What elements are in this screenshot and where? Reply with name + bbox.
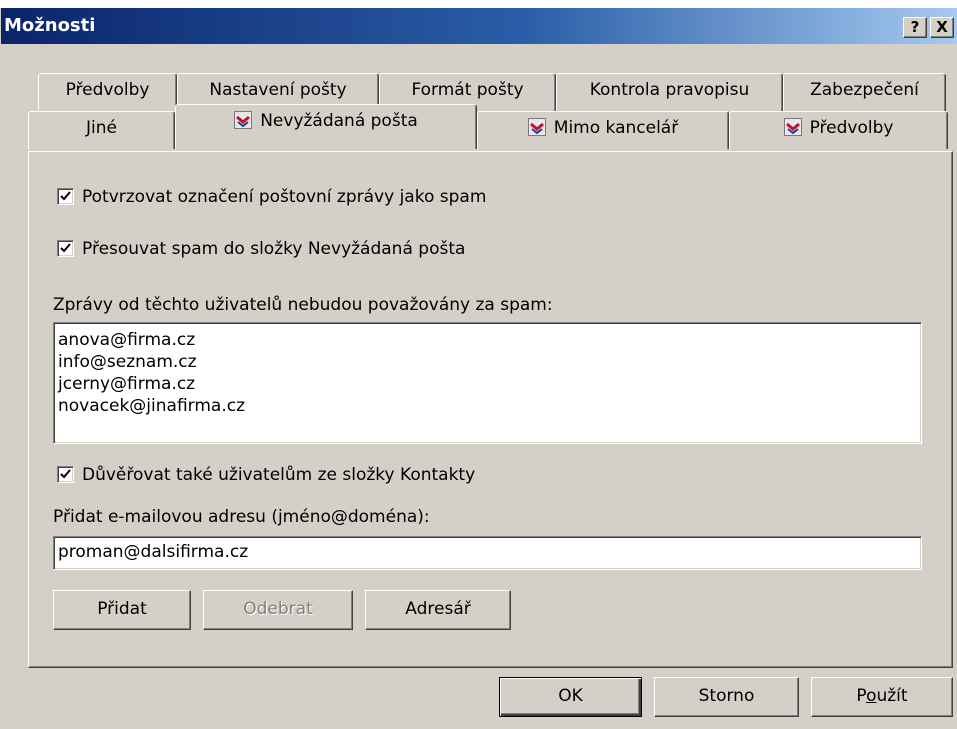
address-book-button[interactable]: Adresář: [365, 590, 511, 630]
checkmark-icon: [60, 191, 71, 201]
add-address-value: proman@dalsifirma.cz: [58, 542, 249, 562]
add-address-label: Přidat e-mailovou adresu (jméno@doména):: [53, 507, 430, 527]
options-dialog: Možnosti ? X Předvolby Nastavení pošty F…: [0, 8, 957, 729]
checkmark-icon: [60, 243, 71, 253]
move-spam-option[interactable]: Přesouvat spam do složky Nevyžádaná pošt…: [57, 239, 465, 259]
move-spam-label: Přesouvat spam do složky Nevyžádaná pošt…: [82, 239, 466, 259]
checkmark-icon: [60, 469, 71, 479]
addin-icon: [527, 118, 546, 136]
addin-icon: [783, 118, 802, 136]
add-address-input[interactable]: proman@dalsifirma.cz: [53, 536, 922, 570]
tab-mimo-kancelar[interactable]: Mimo kancelář: [477, 111, 729, 149]
close-button[interactable]: X: [930, 17, 954, 38]
confirm-spam-checkbox[interactable]: [57, 188, 74, 205]
tab-predvolby-2[interactable]: Předvolby: [729, 111, 948, 149]
tab-label: Formát pošty: [411, 80, 524, 100]
addin-icon: [234, 111, 253, 129]
trust-contacts-option[interactable]: Důvěřovat také uživatelům ze složky Kont…: [57, 465, 475, 485]
tab-label: Předvolby: [809, 118, 894, 138]
tab-nevyzadana-posta[interactable]: Nevyžádaná pošta: [175, 104, 477, 149]
list-item[interactable]: anova@firma.cz: [58, 329, 917, 351]
tab-label: Zabezpečení: [810, 80, 919, 100]
tab-label: Nastavení pošty: [209, 80, 347, 100]
ok-button[interactable]: OK: [499, 677, 642, 717]
title-bar[interactable]: Možnosti ? X: [1, 8, 957, 44]
remove-button[interactable]: Odebrat: [203, 590, 353, 630]
help-button[interactable]: ?: [903, 17, 927, 38]
list-item[interactable]: jcerny@firma.cz: [58, 373, 917, 395]
tab-label: Kontrola pravopisu: [589, 80, 750, 100]
window-title: Možnosti: [4, 15, 96, 36]
add-button[interactable]: Přidat: [53, 590, 191, 630]
tab-label: Jiné: [86, 118, 117, 138]
trusted-senders-list[interactable]: anova@firma.cz info@seznam.cz jcerny@fir…: [53, 322, 922, 444]
list-item[interactable]: novacek@jinafirma.cz: [58, 395, 917, 417]
apply-button[interactable]: Použít: [811, 677, 953, 717]
tab-jine[interactable]: Jiné: [28, 111, 175, 149]
trust-contacts-checkbox[interactable]: [57, 466, 74, 483]
confirm-spam-option[interactable]: Potvrzovat označení poštovní zprávy jako…: [57, 187, 486, 207]
tab-label: Předvolby: [65, 80, 150, 100]
list-item[interactable]: info@seznam.cz: [58, 351, 917, 373]
trusted-senders-label: Zprávy od těchto uživatelů nebudou považ…: [53, 295, 553, 315]
tab-label: Mimo kancelář: [553, 118, 679, 138]
confirm-spam-label: Potvrzovat označení poštovní zprávy jako…: [82, 187, 487, 207]
move-spam-checkbox[interactable]: [57, 240, 74, 257]
tab-panel-nevyzadana-posta: Potvrzovat označení poštovní zprávy jako…: [28, 151, 953, 668]
tab-zabezpeceni[interactable]: Zabezpečení: [783, 73, 946, 111]
tab-kontrola-pravopisu[interactable]: Kontrola pravopisu: [556, 73, 783, 111]
tab-label: Nevyžádaná pošta: [260, 111, 418, 131]
cancel-button[interactable]: Storno: [654, 677, 799, 717]
trust-contacts-label: Důvěřovat také uživatelům ze složky Kont…: [82, 465, 476, 485]
tab-predvolby[interactable]: Předvolby: [38, 73, 177, 111]
